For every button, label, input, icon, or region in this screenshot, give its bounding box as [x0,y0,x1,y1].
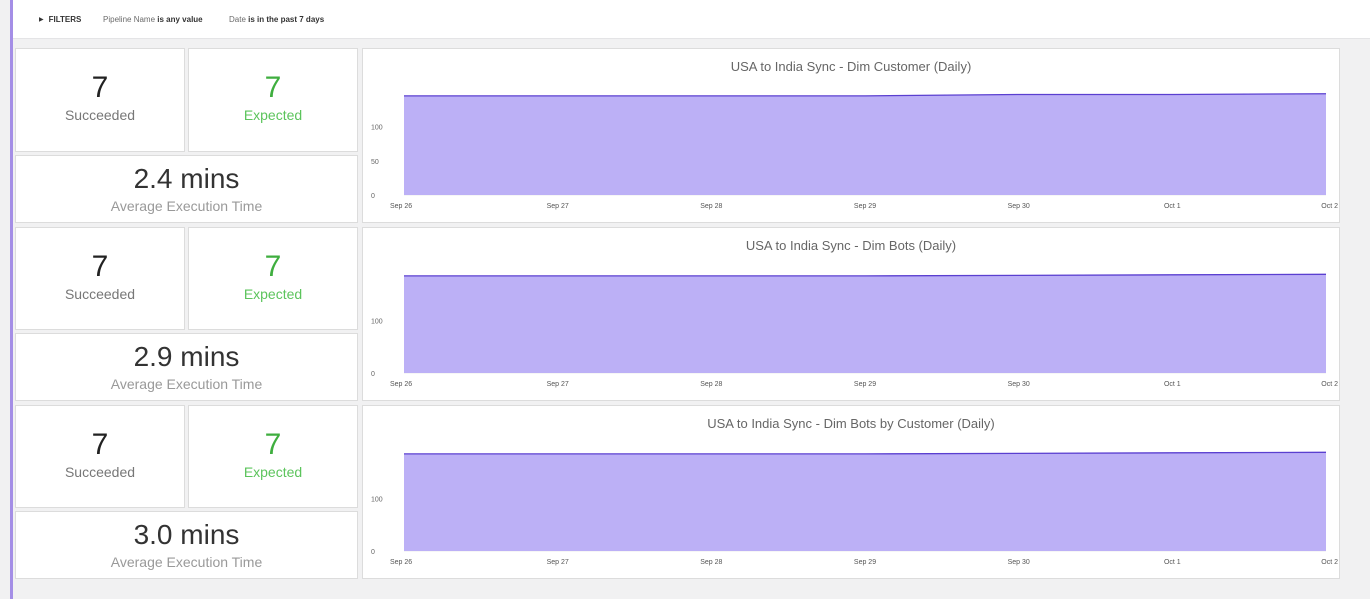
x-tick-label: Oct 2 [1321,559,1338,566]
x-tick-label: Sep 29 [854,203,876,210]
chart-tile[interactable]: USA to India Sync - Dim Bots by Customer… [362,405,1340,579]
exec-time-tile[interactable]: 3.0 mins Average Execution Time [15,511,358,579]
area-fill [404,274,1326,373]
x-tick-label: Sep 28 [700,559,722,566]
succeeded-tile[interactable]: 7 Succeeded [15,227,185,330]
avg-exec-time-value: 3.0 mins [133,519,240,550]
x-tick-label: Sep 26 [390,559,412,566]
x-tick-label: Sep 30 [1008,559,1030,566]
avg-exec-time-label: Average Execution Time [110,376,263,392]
x-tick-label: Sep 28 [700,381,722,388]
x-tick-label: Sep 28 [700,203,722,210]
succeeded-count: 7 [91,250,109,283]
x-tick-label: Sep 30 [1008,203,1030,210]
x-tick-label: Sep 27 [547,203,569,210]
filter-bar: ▶ FILTERS Pipeline Name is any value Date… [13,0,1370,39]
chart-tile[interactable]: USA to India Sync - Dim Customer (Daily)… [362,48,1340,223]
filters-toggle-label: FILTERS [48,15,82,24]
succeeded-count: 7 [91,71,109,104]
x-tick-label: Sep 26 [390,381,412,388]
filter-condition: is in the past 7 days [248,15,325,24]
succeeded-count: 7 [91,428,109,461]
x-tick-label: Oct 1 [1164,559,1181,566]
x-tick-label: Sep 30 [1008,381,1030,388]
x-tick-label: Sep 29 [854,381,876,388]
expected-count: 7 [264,428,282,461]
filter-pipeline-name[interactable]: Pipeline Name is any value [103,15,203,24]
x-tick-label: Oct 1 [1164,203,1181,210]
area-chart: 0 100 Sep 26 Sep 27 Sep 28 Sep 29 Sep 30 Oct 1 O… [371,451,1338,566]
expected-count: 7 [264,250,282,283]
x-tick-label: Oct 2 [1321,381,1338,388]
y-tick-label: 0 [371,549,375,556]
y-tick-label: 100 [371,497,383,504]
succeeded-label: Succeeded [64,107,136,123]
avg-exec-time-label: Average Execution Time [110,554,263,570]
area-chart: 0 50 100 Sep 26 Sep 27 Sep 28 Sep 29 Sep 30 Oct … [371,93,1338,210]
expected-label: Expected [243,464,303,480]
x-tick-label: Sep 27 [547,381,569,388]
expected-label: Expected [243,107,303,123]
filter-date[interactable]: Date is in the past 7 days [229,15,324,24]
y-tick-label: 0 [371,371,375,378]
succeeded-label: Succeeded [64,464,136,480]
succeeded-tile[interactable]: 7 Succeeded [15,405,185,508]
area-fill [404,93,1326,195]
area-fill [404,452,1326,551]
area-chart: 0 100 Sep 26 Sep 27 Sep 28 Sep 29 Sep 30 Oct 1 O… [371,273,1338,388]
exec-time-tile[interactable]: 2.4 mins Average Execution Time [15,155,358,223]
chart-tile[interactable]: USA to India Sync - Dim Bots (Daily) 0 10… [362,227,1340,401]
filters-toggle[interactable]: ▶ FILTERS [39,15,81,24]
y-tick-label: 0 [371,193,375,200]
expected-tile[interactable]: 7 Expected [188,405,358,508]
expected-tile[interactable]: 7 Expected [188,48,358,152]
filter-field: Pipeline Name [103,15,156,24]
y-tick-label: 100 [371,319,383,326]
expected-tile[interactable]: 7 Expected [188,227,358,330]
y-tick-label: 50 [371,159,379,166]
expected-count: 7 [264,71,282,104]
x-tick-label: Sep 27 [547,559,569,566]
avg-exec-time-label: Average Execution Time [110,198,263,214]
filter-condition: is any value [157,15,203,24]
x-tick-label: Oct 2 [1321,203,1338,210]
x-tick-label: Sep 26 [390,203,412,210]
filter-field: Date [229,15,246,24]
succeeded-tile[interactable]: 7 Succeeded [15,48,185,152]
exec-time-tile[interactable]: 2.9 mins Average Execution Time [15,333,358,401]
x-tick-label: Sep 29 [854,559,876,566]
avg-exec-time-value: 2.4 mins [133,163,240,194]
y-tick-label: 100 [371,125,383,132]
x-tick-label: Oct 1 [1164,381,1181,388]
expected-label: Expected [243,286,303,302]
succeeded-label: Succeeded [64,286,136,302]
caret-right-icon: ▶ [39,17,44,23]
left-rail [10,0,13,599]
avg-exec-time-value: 2.9 mins [133,341,240,372]
